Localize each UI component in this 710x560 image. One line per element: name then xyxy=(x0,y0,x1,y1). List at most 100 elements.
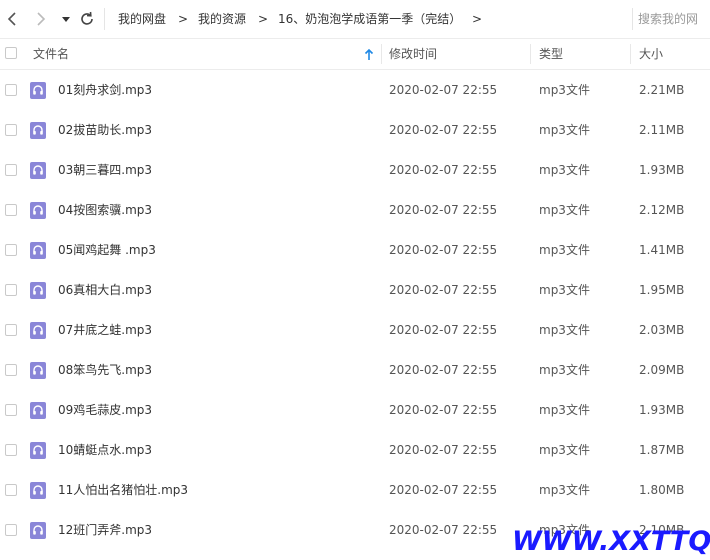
file-size: 2.12MB xyxy=(639,203,685,217)
file-size: 1.41MB xyxy=(639,243,685,257)
caret-down-icon[interactable] xyxy=(60,13,72,25)
breadcrumb-separator: > xyxy=(258,12,269,26)
breadcrumb-separator: > xyxy=(178,12,189,26)
watermark: WWW.XXTTQ.COM xyxy=(512,526,710,557)
table-row[interactable]: 02拔苗助长.mp3 2020-02-07 22:55 mp3文件 2.11MB xyxy=(0,110,710,150)
breadcrumb-current-folder[interactable]: 16、奶泡泡学成语第一季（完结） xyxy=(278,11,461,27)
headphones-icon xyxy=(30,362,46,379)
file-size: 2.21MB xyxy=(639,83,685,97)
file-modified-time: 2020-02-07 22:55 xyxy=(389,403,498,417)
file-name[interactable]: 04按图索骥.mp3 xyxy=(58,190,152,230)
column-header: 文件名 修改时间 类型 大小 xyxy=(0,39,710,70)
table-row[interactable]: 03朝三暮四.mp3 2020-02-07 22:55 mp3文件 1.93MB xyxy=(0,150,710,190)
select-all-checkbox[interactable] xyxy=(5,47,17,59)
breadcrumb-my-disk[interactable]: 我的网盘 xyxy=(118,11,166,27)
row-checkbox[interactable] xyxy=(5,404,17,416)
row-checkbox[interactable] xyxy=(5,124,17,136)
headphones-icon xyxy=(30,202,46,219)
column-divider[interactable] xyxy=(381,44,382,64)
table-row[interactable]: 11人怕出名猪怕壮.mp3 2020-02-07 22:55 mp3文件 1.80MB xyxy=(0,470,710,510)
table-row[interactable]: 10蜻蜓点水.mp3 2020-02-07 22:55 mp3文件 1.87MB xyxy=(0,430,710,470)
row-checkbox[interactable] xyxy=(5,364,17,376)
column-name[interactable]: 文件名 xyxy=(33,39,69,69)
file-size: 1.93MB xyxy=(639,163,685,177)
column-size[interactable]: 大小 xyxy=(639,39,663,69)
headphones-icon xyxy=(30,522,46,539)
headphones-icon xyxy=(30,282,46,299)
table-row[interactable]: 01刻舟求剑.mp3 2020-02-07 22:55 mp3文件 2.21MB xyxy=(0,70,710,110)
headphones-icon xyxy=(30,442,46,459)
headphones-icon xyxy=(30,322,46,339)
breadcrumb-my-resources[interactable]: 我的资源 xyxy=(198,11,246,27)
file-modified-time: 2020-02-07 22:55 xyxy=(389,283,498,297)
file-name[interactable]: 08笨鸟先飞.mp3 xyxy=(58,350,152,390)
arrow-up-icon[interactable] xyxy=(363,47,375,61)
table-row[interactable]: 09鸡毛蒜皮.mp3 2020-02-07 22:55 mp3文件 1.93MB xyxy=(0,390,710,430)
file-modified-time: 2020-02-07 22:55 xyxy=(389,83,498,97)
row-checkbox[interactable] xyxy=(5,484,17,496)
table-row[interactable]: 08笨鸟先飞.mp3 2020-02-07 22:55 mp3文件 2.09MB xyxy=(0,350,710,390)
file-modified-time: 2020-02-07 22:55 xyxy=(389,363,498,377)
file-name[interactable]: 01刻舟求剑.mp3 xyxy=(58,70,152,110)
file-name[interactable]: 06真相大白.mp3 xyxy=(58,270,152,310)
row-checkbox[interactable] xyxy=(5,84,17,96)
table-row[interactable]: 06真相大白.mp3 2020-02-07 22:55 mp3文件 1.95MB xyxy=(0,270,710,310)
file-type: mp3文件 xyxy=(539,123,590,137)
file-name[interactable]: 10蜻蜓点水.mp3 xyxy=(58,430,152,470)
file-size: 1.80MB xyxy=(639,483,685,497)
row-checkbox[interactable] xyxy=(5,284,17,296)
row-checkbox[interactable] xyxy=(5,204,17,216)
column-type[interactable]: 类型 xyxy=(539,39,563,69)
row-checkbox[interactable] xyxy=(5,164,17,176)
row-checkbox[interactable] xyxy=(5,524,17,536)
file-modified-time: 2020-02-07 22:55 xyxy=(389,123,498,137)
column-divider[interactable] xyxy=(530,44,531,64)
file-modified-time: 2020-02-07 22:55 xyxy=(389,483,498,497)
file-name[interactable]: 11人怕出名猪怕壮.mp3 xyxy=(58,470,188,510)
file-name[interactable]: 07井底之蛙.mp3 xyxy=(58,310,152,350)
file-name[interactable]: 03朝三暮四.mp3 xyxy=(58,150,152,190)
file-modified-time: 2020-02-07 22:55 xyxy=(389,163,498,177)
headphones-icon xyxy=(30,122,46,139)
file-type: mp3文件 xyxy=(539,323,590,337)
file-name[interactable]: 05闻鸡起舞 .mp3 xyxy=(58,230,156,270)
file-type: mp3文件 xyxy=(539,443,590,457)
table-row[interactable]: 07井底之蛙.mp3 2020-02-07 22:55 mp3文件 2.03MB xyxy=(0,310,710,350)
headphones-icon xyxy=(30,242,46,259)
file-modified-time: 2020-02-07 22:55 xyxy=(389,443,498,457)
file-modified-time: 2020-02-07 22:55 xyxy=(389,523,498,537)
file-modified-time: 2020-02-07 22:55 xyxy=(389,203,498,217)
headphones-icon xyxy=(30,82,46,99)
file-modified-time: 2020-02-07 22:55 xyxy=(389,323,498,337)
file-type: mp3文件 xyxy=(539,403,590,417)
file-name[interactable]: 02拔苗助长.mp3 xyxy=(58,110,152,150)
chevron-right-icon[interactable] xyxy=(33,10,49,28)
file-type: mp3文件 xyxy=(539,83,590,97)
file-type: mp3文件 xyxy=(539,243,590,257)
file-type: mp3文件 xyxy=(539,483,590,497)
headphones-icon xyxy=(30,482,46,499)
headphones-icon xyxy=(30,162,46,179)
file-name[interactable]: 12班门弄斧.mp3 xyxy=(58,510,152,550)
column-modified-time[interactable]: 修改时间 xyxy=(389,39,437,69)
row-checkbox[interactable] xyxy=(5,244,17,256)
file-name[interactable]: 09鸡毛蒜皮.mp3 xyxy=(58,390,152,430)
chevron-left-icon[interactable] xyxy=(4,10,20,28)
search-input[interactable]: 搜索我的网 xyxy=(638,8,710,30)
file-size: 2.11MB xyxy=(639,123,685,137)
toolbar-divider xyxy=(104,8,105,30)
row-checkbox[interactable] xyxy=(5,444,17,456)
file-size: 2.09MB xyxy=(639,363,685,377)
table-row[interactable]: 05闻鸡起舞 .mp3 2020-02-07 22:55 mp3文件 1.41MB xyxy=(0,230,710,270)
column-divider[interactable] xyxy=(630,44,631,64)
file-modified-time: 2020-02-07 22:55 xyxy=(389,243,498,257)
file-type: mp3文件 xyxy=(539,163,590,177)
row-checkbox[interactable] xyxy=(5,324,17,336)
toolbar: 我的网盘 > 我的资源 > 16、奶泡泡学成语第一季（完结） > 搜索我的网 xyxy=(0,0,710,39)
search-divider xyxy=(632,8,633,30)
file-size: 1.87MB xyxy=(639,443,685,457)
file-size: 2.03MB xyxy=(639,323,685,337)
file-type: mp3文件 xyxy=(539,203,590,217)
table-row[interactable]: 04按图索骥.mp3 2020-02-07 22:55 mp3文件 2.12MB xyxy=(0,190,710,230)
refresh-icon[interactable] xyxy=(78,10,96,28)
